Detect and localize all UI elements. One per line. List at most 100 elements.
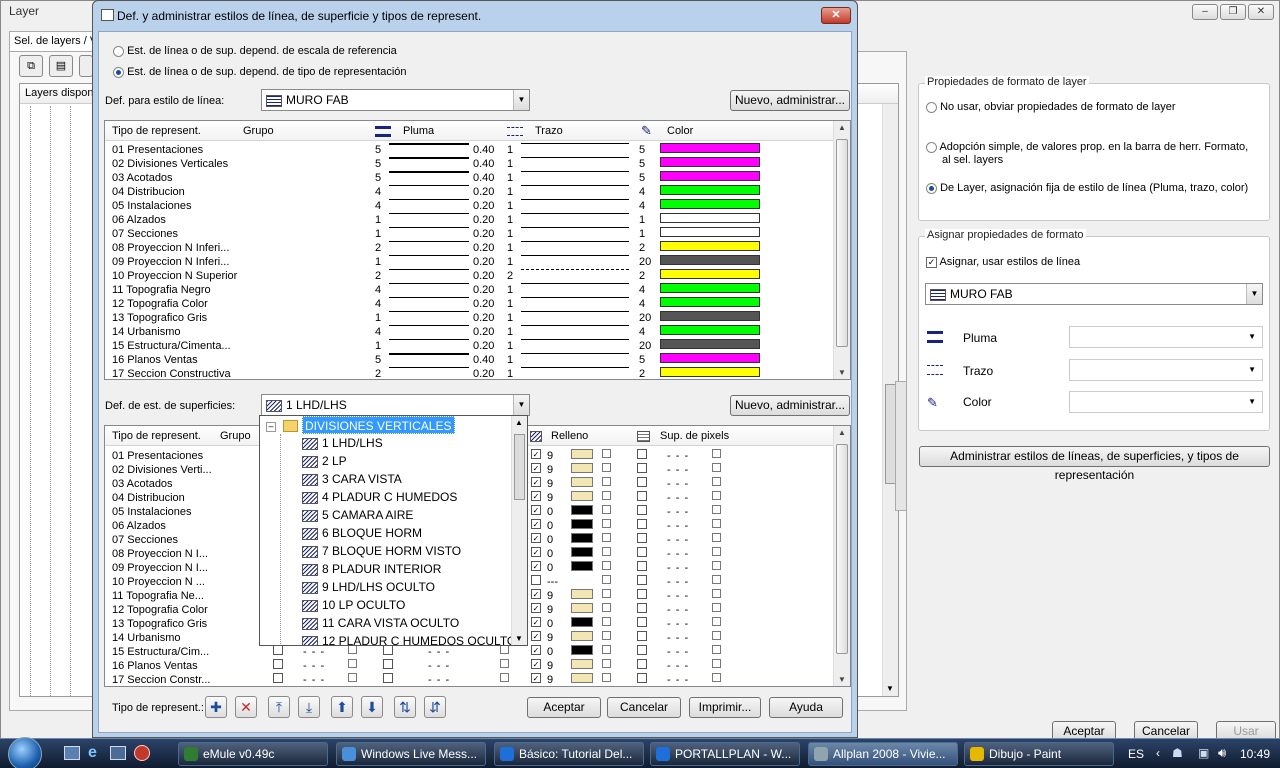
scroll-up-icon[interactable]: ▲ bbox=[515, 418, 523, 427]
table-row[interactable]: 04 Distribucion 4 0.20 1 4 bbox=[105, 185, 835, 199]
taskbar-button[interactable]: Dibujo - Paint bbox=[964, 742, 1114, 766]
radio-representation[interactable]: Est. de línea o de sup. depend. de tipo … bbox=[113, 66, 407, 78]
settings-icon[interactable] bbox=[712, 673, 721, 682]
line-style-combo[interactable]: MURO FAB ▼ bbox=[261, 89, 530, 111]
settings-icon[interactable] bbox=[602, 645, 611, 654]
settings-icon[interactable] bbox=[602, 449, 611, 458]
fill-checkbox[interactable]: ✓ bbox=[531, 659, 541, 669]
table-row[interactable]: 09 Proyeccion N Inferi... 1 0.20 1 20 bbox=[105, 255, 835, 269]
settings-icon[interactable] bbox=[602, 491, 611, 500]
pixel-checkbox[interactable] bbox=[637, 603, 647, 613]
fill-checkbox[interactable] bbox=[531, 575, 541, 585]
settings-icon[interactable] bbox=[712, 659, 721, 668]
col-header-type[interactable]: Tipo de represent. bbox=[112, 121, 201, 141]
table-row[interactable]: 17 Seccion Constr... - - - - - - ✓ 9 - - - bbox=[105, 673, 835, 686]
table-row[interactable]: 15 Estructura/Cim... - - - - - - ✓ 0 - - - bbox=[105, 645, 835, 659]
tree-item[interactable]: 6 BLOQUE HORM bbox=[302, 524, 422, 542]
settings-icon[interactable] bbox=[348, 659, 357, 668]
new-admin-line-button[interactable]: Nuevo, administrar... bbox=[730, 90, 850, 111]
add-icon[interactable]: ✚ bbox=[205, 696, 227, 718]
settings-icon[interactable] bbox=[712, 533, 721, 542]
line-style-table[interactable]: Tipo de represent. Grupo Pluma Trazo ✎ C… bbox=[104, 120, 851, 380]
fill-checkbox[interactable]: ✓ bbox=[531, 561, 541, 571]
radio-button-selected[interactable] bbox=[926, 182, 937, 194]
scroll-thumb[interactable] bbox=[836, 139, 848, 347]
tree-item[interactable]: 12 PLADUR C HUMEDOS OCULTO bbox=[302, 632, 516, 645]
radio-button-selected[interactable] bbox=[113, 66, 124, 78]
table-row[interactable]: 17 Seccion Constructiva 2 0.20 1 2 bbox=[105, 367, 835, 379]
scroll-down-icon[interactable]: ▼ bbox=[515, 634, 523, 643]
settings-icon[interactable] bbox=[712, 617, 721, 626]
scroll-thumb[interactable] bbox=[836, 444, 848, 654]
line-table-scrollbar[interactable]: ▲ ▼ bbox=[833, 121, 850, 379]
taskbar-button[interactable]: PORTALLPLAN - W... bbox=[650, 742, 800, 766]
minimize-button[interactable]: – bbox=[1192, 4, 1218, 20]
tree-item[interactable]: 7 BLOQUE HORM VISTO bbox=[302, 542, 461, 560]
pixel-checkbox[interactable] bbox=[637, 505, 647, 515]
admin-styles-button[interactable]: Administrar estilos de líneas, de superf… bbox=[919, 446, 1270, 482]
tab-layer-selection[interactable]: Sel. de layers / V bbox=[9, 31, 95, 51]
settings-icon[interactable] bbox=[712, 603, 721, 612]
scroll-up-icon[interactable]: ▲ bbox=[834, 123, 850, 132]
pixel-checkbox[interactable] bbox=[637, 477, 647, 487]
tree-item[interactable]: 5 CAMARA AIRE bbox=[302, 506, 413, 524]
tree-folder-label[interactable]: DIVISIONES VERTICALES bbox=[302, 416, 455, 434]
table-row[interactable]: 07 Secciones 1 0.20 1 1 bbox=[105, 227, 835, 241]
taskbar-button[interactable]: Allplan 2008 - Vivie... bbox=[808, 742, 958, 766]
settings-icon[interactable] bbox=[712, 561, 721, 570]
settings-icon[interactable] bbox=[500, 673, 509, 682]
line-style-select[interactable]: MURO FAB ▼ bbox=[925, 283, 1263, 305]
clock[interactable]: 10:49 bbox=[1240, 747, 1270, 761]
table-row[interactable]: 12 Topografia Color 4 0.20 1 4 bbox=[105, 297, 835, 311]
settings-icon[interactable] bbox=[602, 659, 611, 668]
scroll-thumb[interactable] bbox=[514, 434, 525, 500]
surface-style-combo[interactable]: 1 LHD/LHS ▼ bbox=[261, 394, 530, 416]
checkbox-checked[interactable]: ✓ bbox=[926, 256, 937, 268]
col-header-color[interactable]: Color bbox=[667, 121, 693, 141]
move-bottom-icon[interactable]: ⤓ bbox=[298, 696, 320, 718]
quicklaunch-app-icon[interactable] bbox=[134, 745, 150, 761]
pixel-checkbox[interactable] bbox=[637, 463, 647, 473]
assign-line-styles-checkbox[interactable]: ✓ Asignar, usar estilos de línea bbox=[926, 256, 1080, 268]
settings-icon[interactable] bbox=[712, 505, 721, 514]
settings-icon[interactable] bbox=[712, 449, 721, 458]
settings-icon[interactable] bbox=[602, 603, 611, 612]
taskbar-button[interactable]: Windows Live Mess... bbox=[336, 742, 486, 766]
scroll-down-icon[interactable]: ▼ bbox=[886, 684, 894, 693]
fill-checkbox[interactable]: ✓ bbox=[531, 491, 541, 501]
ie-icon[interactable]: e bbox=[88, 744, 97, 762]
collapse-icon[interactable]: – bbox=[266, 422, 276, 432]
pixel-checkbox[interactable] bbox=[637, 659, 647, 669]
scroll-down-icon[interactable]: ▼ bbox=[834, 675, 850, 684]
tray-expand-icon[interactable]: ‹ bbox=[1156, 746, 1160, 760]
checkbox[interactable] bbox=[383, 673, 393, 683]
dialog-help-button[interactable]: Ayuda bbox=[769, 697, 843, 718]
table-row[interactable]: 10 Proyeccion N Superior 2 0.20 2 2 bbox=[105, 269, 835, 283]
format-option-2[interactable]: De Layer, asignación fija de estilo de l… bbox=[926, 182, 1256, 194]
settings-icon[interactable] bbox=[712, 645, 721, 654]
format-option-0[interactable]: No usar, obviar propiedades de formato d… bbox=[926, 101, 1256, 113]
stroke-select[interactable]: ▼ bbox=[1069, 359, 1263, 381]
fill-checkbox[interactable]: ✓ bbox=[531, 519, 541, 529]
table-row[interactable]: 06 Alzados 1 0.20 1 1 bbox=[105, 213, 835, 227]
export-icon[interactable]: ⇵ bbox=[424, 696, 446, 718]
fill-checkbox[interactable]: ✓ bbox=[531, 589, 541, 599]
settings-icon[interactable] bbox=[602, 673, 611, 682]
radio-button[interactable] bbox=[926, 141, 937, 153]
format-option-1[interactable]: Adopción simple, de valores prop. en la … bbox=[926, 141, 1256, 167]
group-checkbox[interactable] bbox=[273, 673, 283, 683]
settings-icon[interactable] bbox=[602, 589, 611, 598]
new-admin-surface-button[interactable]: Nuevo, administrar... bbox=[730, 395, 850, 416]
fill-checkbox[interactable]: ✓ bbox=[531, 617, 541, 627]
table-row[interactable]: 08 Proyeccion N Inferi... 2 0.20 1 2 bbox=[105, 241, 835, 255]
fill-checkbox[interactable]: ✓ bbox=[531, 631, 541, 641]
col-header-pen[interactable]: Pluma bbox=[403, 121, 434, 141]
radio-button[interactable] bbox=[113, 45, 124, 57]
surface-table-scrollbar[interactable]: ▲ ▼ bbox=[833, 426, 850, 686]
chevron-down-icon[interactable]: ▼ bbox=[513, 90, 529, 110]
settings-icon[interactable] bbox=[500, 659, 509, 668]
table-row[interactable]: 05 Instalaciones 4 0.20 1 4 bbox=[105, 199, 835, 213]
tree-item[interactable]: 8 PLADUR INTERIOR bbox=[302, 560, 441, 578]
pixel-checkbox[interactable] bbox=[637, 491, 647, 501]
taskbar-button[interactable]: Básico: Tutorial Del... bbox=[494, 742, 644, 766]
